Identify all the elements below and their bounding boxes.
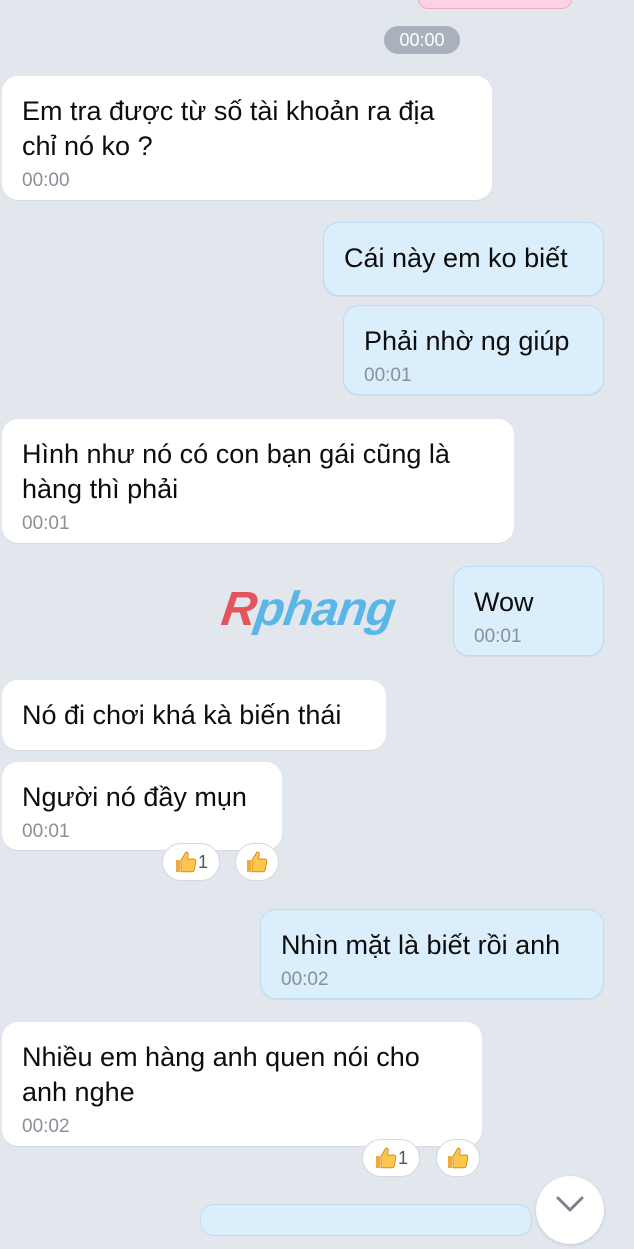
message-time: 00:02 — [22, 1116, 70, 1137]
message-text: Nhìn mặt là biết rồi anh — [281, 930, 561, 960]
thumbs-up-icon — [175, 851, 197, 873]
message-text: Em tra được từ số tài khoản ra địa chỉ n… — [22, 96, 435, 161]
message-time: 00:00 — [22, 170, 70, 191]
watermark-logo: Rphang — [218, 583, 399, 636]
message-outgoing[interactable]: Phải nhờ ng giúp 00:01 — [343, 305, 604, 395]
message-text: Nó đi chơi khá kà biến thái — [22, 700, 342, 730]
message-text: Nhiều em hàng anh quen nói cho anh nghe — [22, 1042, 420, 1107]
message-outgoing[interactable]: Cái này em ko biết — [323, 222, 604, 296]
add-reaction-button[interactable] — [436, 1139, 480, 1177]
message-outgoing-partial — [200, 1204, 532, 1236]
reaction-count-badge[interactable]: 1 — [362, 1139, 420, 1177]
message-incoming[interactable]: Em tra được từ số tài khoản ra địa chỉ n… — [2, 76, 492, 200]
message-text: Wow — [474, 587, 534, 617]
reaction-count: 1 — [397, 1147, 408, 1168]
message-text: Phải nhờ ng giúp — [364, 326, 570, 356]
message-time: 00:01 — [474, 626, 522, 647]
message-text: Người nó đầy mụn — [22, 782, 247, 812]
reaction-count: 1 — [197, 851, 208, 872]
thumbs-up-icon — [448, 1147, 469, 1169]
scroll-to-bottom-button[interactable] — [536, 1176, 604, 1244]
message-time: 00:01 — [364, 365, 412, 386]
add-reaction-button[interactable] — [235, 843, 279, 881]
message-time: 00:02 — [281, 969, 329, 990]
chevron-down-icon — [556, 1196, 584, 1212]
message-incoming[interactable]: Nó đi chơi khá kà biến thái — [2, 680, 386, 750]
thumbs-up-icon — [247, 851, 268, 873]
message-incoming[interactable]: Hình như nó có con bạn gái cũng là hàng … — [2, 419, 514, 543]
reaction-count-badge[interactable]: 1 — [162, 843, 220, 881]
message-incoming[interactable]: Nhiều em hàng anh quen nói cho anh nghe … — [2, 1022, 482, 1146]
message-time: 00:01 — [22, 821, 70, 842]
thumbs-up-icon — [375, 1147, 397, 1169]
date-time-divider: 00:00 — [384, 26, 460, 54]
message-text: Cái này em ko biết — [344, 243, 568, 273]
message-time: 00:01 — [22, 513, 70, 534]
partial-sticker-top — [418, 0, 572, 9]
message-text: Hình như nó có con bạn gái cũng là hàng … — [22, 439, 450, 504]
message-outgoing[interactable]: Nhìn mặt là biết rồi anh 00:02 — [260, 909, 604, 999]
message-incoming[interactable]: Người nó đầy mụn 00:01 — [2, 762, 282, 850]
message-outgoing[interactable]: Wow 00:01 — [453, 566, 604, 656]
